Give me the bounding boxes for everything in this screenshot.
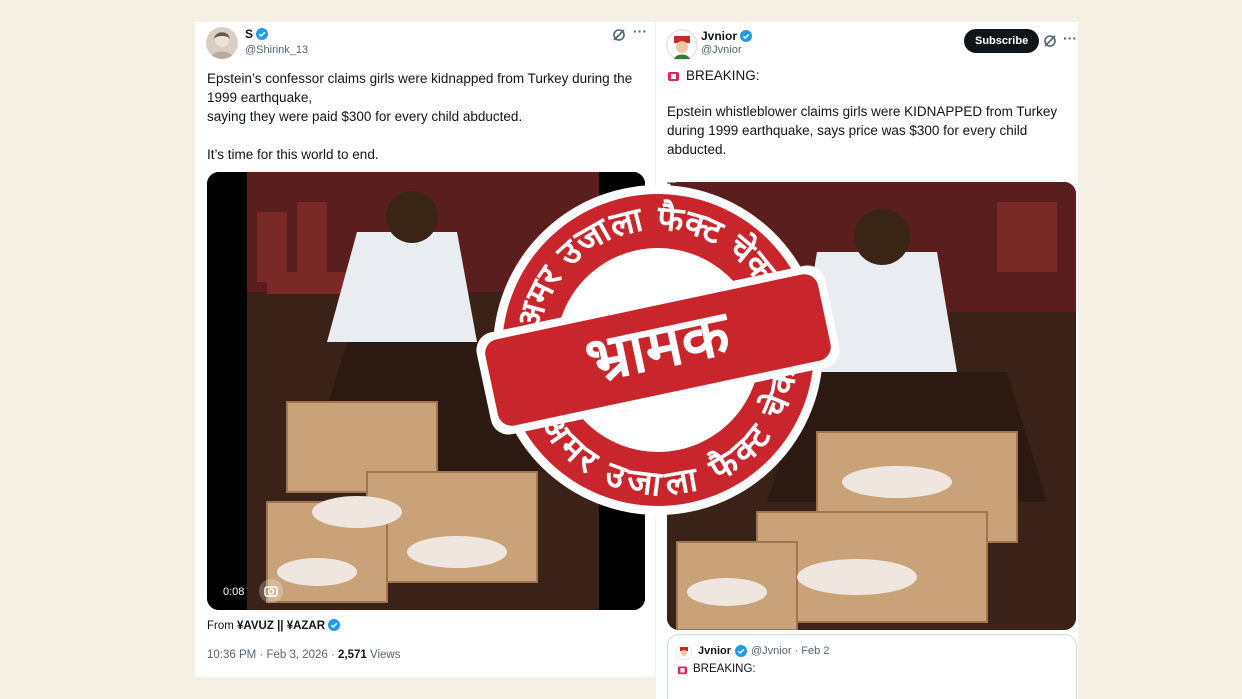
quoted-handle: @Jvnior · Feb 2 bbox=[751, 645, 830, 657]
grok-icon[interactable] bbox=[612, 28, 626, 44]
views-count: 2,571 bbox=[338, 649, 367, 661]
verified-badge-icon bbox=[256, 28, 269, 40]
from-name: ¥AVUZ || ¥AZAR bbox=[237, 620, 326, 632]
right-display-name[interactable]: Jvnior bbox=[701, 29, 753, 43]
tweet-timestamp[interactable]: 10:36 PM · Feb 3, 2026 · 2,571 Views bbox=[207, 649, 401, 661]
verified-badge-icon bbox=[735, 645, 748, 657]
quoted-text: BREAKING: bbox=[693, 663, 756, 675]
left-display-name[interactable]: S bbox=[245, 27, 269, 41]
quoted-display-name: Jvnior bbox=[698, 645, 732, 657]
breaking-line: BREAKING: bbox=[667, 68, 760, 83]
left-handle[interactable]: @Shirink_13 bbox=[245, 44, 308, 56]
right-handle[interactable]: @Jvnior bbox=[701, 44, 742, 56]
verified-badge-icon bbox=[740, 30, 753, 42]
left-avatar[interactable] bbox=[206, 27, 238, 59]
views-label: Views bbox=[366, 649, 401, 661]
video-camera-icon[interactable] bbox=[259, 579, 283, 603]
more-options-icon[interactable]: ··· bbox=[633, 24, 647, 38]
subscribe-button[interactable]: Subscribe bbox=[964, 29, 1040, 53]
quoted-avatar bbox=[676, 644, 692, 660]
fact-check-stamp: अमर उजाला फैक्ट चेक अमर उजाला फैक्ट चेक … bbox=[468, 172, 848, 530]
quoted-tweet[interactable]: Jvnior @Jvnior · Feb 2 BREAKING: bbox=[667, 634, 1077, 699]
timestamp-text: 10:36 PM · Feb 3, 2026 · bbox=[207, 649, 339, 661]
left-tweet-text: Epstein’s confessor claims girls were ki… bbox=[207, 71, 633, 162]
right-display-name-text: Jvnior bbox=[701, 29, 738, 43]
quoted-header: Jvnior @Jvnior · Feb 2 bbox=[698, 645, 829, 657]
video-time: 0:08 bbox=[223, 586, 245, 598]
more-options-icon[interactable]: ··· bbox=[1063, 31, 1077, 45]
from-prefix: From bbox=[207, 620, 238, 632]
grok-icon[interactable] bbox=[1043, 34, 1057, 50]
siren-icon bbox=[667, 69, 680, 82]
right-avatar[interactable] bbox=[666, 29, 698, 61]
siren-icon bbox=[677, 664, 688, 675]
from-attribution[interactable]: From ¥AVUZ || ¥AZAR bbox=[207, 619, 341, 632]
breaking-text: BREAKING: bbox=[686, 68, 760, 83]
left-display-name-text: S bbox=[245, 27, 254, 41]
verified-badge-icon bbox=[328, 619, 341, 631]
quoted-text-line: BREAKING: bbox=[677, 663, 756, 675]
